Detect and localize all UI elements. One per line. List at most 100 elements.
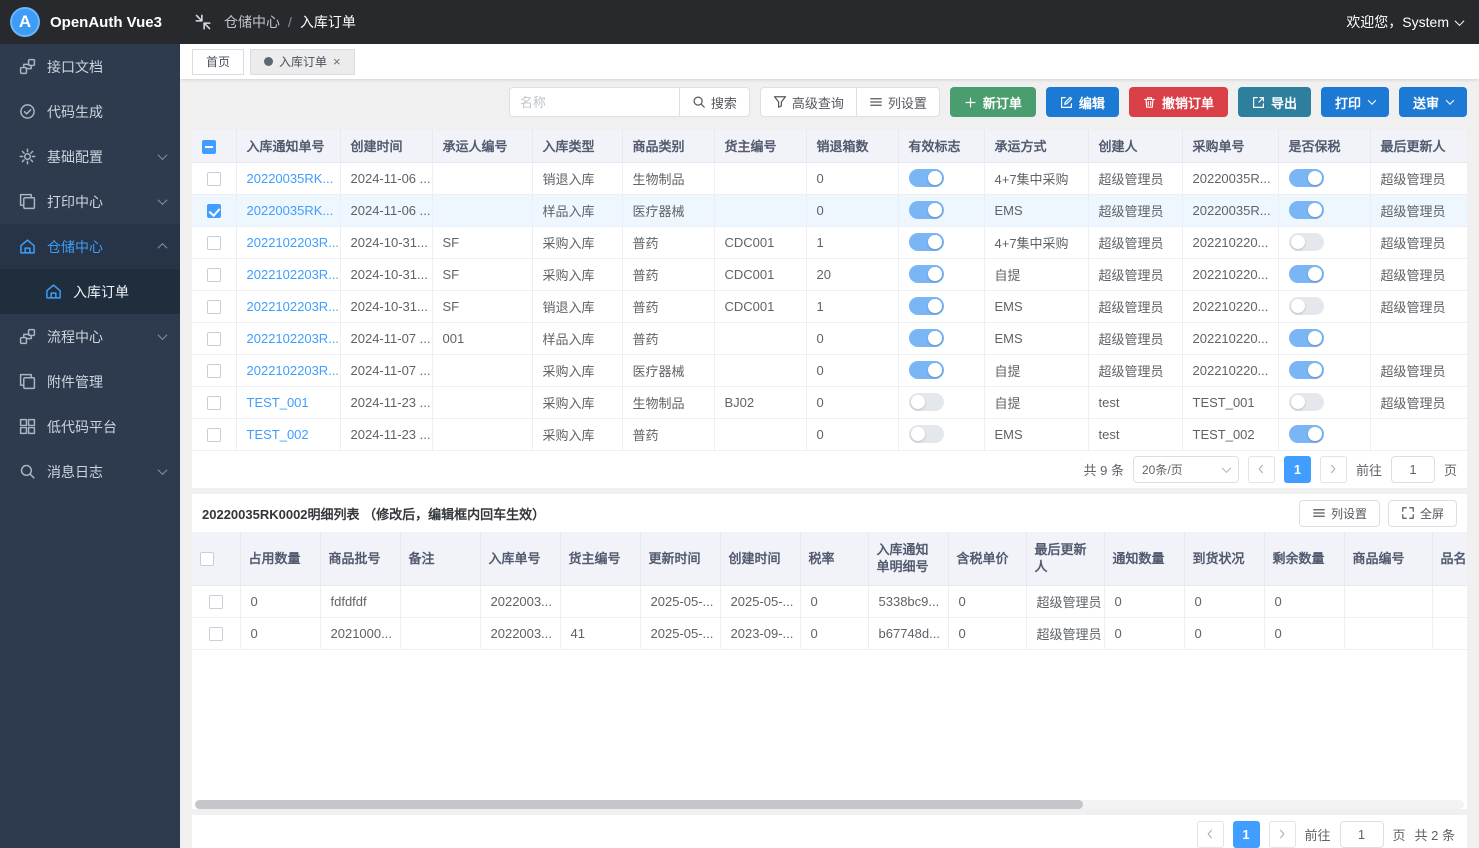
detail-table-row[interactable]: 0fdfdfdf2022003...2025-05-...2025-05-...… [192, 586, 1467, 618]
horizontal-scrollbar[interactable] [195, 800, 1464, 809]
sidebar-item-lowcode[interactable]: 低代码平台 [0, 404, 180, 449]
table-row[interactable]: 2022102203R...2024-11-07 ...001样品入库普药0EM… [192, 322, 1467, 354]
sidebar-item-code-gen[interactable]: 代码生成 [0, 89, 180, 134]
bonded-switch[interactable] [1289, 329, 1324, 347]
detail-row-checkbox[interactable] [209, 627, 223, 641]
tab-home[interactable]: 首页 [192, 49, 244, 75]
fullscreen-button[interactable]: 全屏 [1388, 500, 1457, 527]
valid-switch[interactable] [909, 393, 944, 411]
bonded-switch[interactable] [1289, 393, 1324, 411]
valid-switch[interactable] [909, 361, 944, 379]
column-header[interactable]: 创建人 [1088, 130, 1182, 162]
column-header[interactable]: 承运方式 [984, 130, 1088, 162]
row-checkbox[interactable] [207, 364, 221, 378]
table-row[interactable]: 2022102203R...2024-10-31...SF采购入库普药CDC00… [192, 226, 1467, 258]
detail-column-header[interactable]: 商品编号 [1344, 532, 1432, 586]
next-page-button[interactable] [1320, 456, 1347, 483]
user-menu[interactable]: 欢迎您，System [1346, 12, 1463, 32]
select-all-checkbox[interactable] [202, 140, 216, 154]
detail-column-header[interactable]: 入库通知单明细号 [868, 532, 948, 586]
detail-column-header[interactable]: 税率 [800, 532, 868, 586]
bonded-switch[interactable] [1289, 169, 1324, 187]
table-row[interactable]: 20220035RK...2024-11-06 ...销退入库生物制品04+7集… [192, 162, 1467, 194]
detail-table-row[interactable]: 02021000...2022003...412025-05-...2023-0… [192, 618, 1467, 650]
valid-switch[interactable] [909, 201, 944, 219]
table-row[interactable]: TEST_0022024-11-23 ...采购入库普药0EMStestTEST… [192, 418, 1467, 450]
column-header[interactable]: 入库类型 [532, 130, 622, 162]
close-icon[interactable]: × [333, 55, 341, 68]
column-header[interactable]: 入库通知单号 [236, 130, 340, 162]
detail-page-number-button[interactable]: 1 [1233, 821, 1260, 848]
order-number-link[interactable]: TEST_001 [247, 395, 309, 410]
sidebar-item-base-config[interactable]: 基础配置 [0, 134, 180, 179]
column-header[interactable]: 是否保税 [1278, 130, 1370, 162]
table-row[interactable]: 20220035RK...2024-11-06 ...样品入库医疗器械0EMS超… [192, 194, 1467, 226]
table-row[interactable]: TEST_0012024-11-23 ...采购入库生物制品BJ020自提tes… [192, 386, 1467, 418]
order-number-link[interactable]: TEST_002 [247, 427, 309, 442]
column-header[interactable]: 创建时间 [340, 130, 432, 162]
bonded-switch[interactable] [1289, 265, 1324, 283]
detail-column-header[interactable]: 货主编号 [560, 532, 640, 586]
order-number-link[interactable]: 2022102203R... [247, 267, 340, 282]
column-header[interactable]: 承运人编号 [432, 130, 532, 162]
detail-column-header[interactable]: 最后更新人 [1026, 532, 1104, 586]
detail-select-all-checkbox[interactable] [200, 552, 214, 566]
table-row[interactable]: 2022102203R...2024-10-31...SF销退入库普药CDC00… [192, 290, 1467, 322]
sidebar-item-message-log[interactable]: 消息日志 [0, 449, 180, 494]
scrollbar-thumb[interactable] [195, 800, 1083, 809]
order-number-link[interactable]: 20220035RK... [247, 171, 334, 186]
prev-page-button[interactable] [1248, 456, 1275, 483]
print-button[interactable]: 打印 [1321, 87, 1389, 117]
row-checkbox[interactable] [207, 332, 221, 346]
column-header[interactable]: 销退箱数 [806, 130, 898, 162]
row-checkbox[interactable] [207, 396, 221, 410]
bonded-switch[interactable] [1289, 233, 1324, 251]
order-number-link[interactable]: 2022102203R... [247, 235, 340, 250]
column-header[interactable]: 货主编号 [714, 130, 806, 162]
new-order-button[interactable]: 新订单 [950, 87, 1036, 117]
advanced-query-button[interactable]: 高级查询 [760, 87, 857, 117]
row-checkbox[interactable] [207, 300, 221, 314]
row-checkbox[interactable] [207, 236, 221, 250]
order-number-link[interactable]: 2022102203R... [247, 299, 340, 314]
order-number-link[interactable]: 20220035RK... [247, 203, 334, 218]
sidebar-item-warehouse-center[interactable]: 仓储中心 [0, 224, 180, 269]
cancel-order-button[interactable]: 撤销订单 [1129, 87, 1228, 117]
detail-column-header[interactable]: 到货状况 [1184, 532, 1264, 586]
order-number-link[interactable]: 2022102203R... [247, 331, 340, 346]
approve-button[interactable]: 送审 [1399, 87, 1467, 117]
valid-switch[interactable] [909, 233, 944, 251]
valid-switch[interactable] [909, 425, 944, 443]
valid-switch[interactable] [909, 329, 944, 347]
column-header[interactable]: 有效标志 [898, 130, 984, 162]
detail-column-header[interactable]: 商品批号 [320, 532, 400, 586]
sidebar-item-process-center[interactable]: 流程中心 [0, 314, 180, 359]
detail-column-header[interactable]: 入库单号 [480, 532, 560, 586]
table-row[interactable]: 2022102203R...2024-10-31...SF采购入库普药CDC00… [192, 258, 1467, 290]
row-checkbox[interactable] [207, 268, 221, 282]
sidebar-item-inbound-order[interactable]: 入库订单 [0, 269, 180, 314]
detail-column-header[interactable]: 更新时间 [640, 532, 720, 586]
valid-switch[interactable] [909, 297, 944, 315]
edit-button[interactable]: 编辑 [1046, 87, 1119, 117]
detail-next-page-button[interactable] [1269, 821, 1296, 848]
search-button[interactable]: 搜索 [679, 87, 750, 117]
column-header[interactable]: 商品类别 [622, 130, 714, 162]
order-number-link[interactable]: 2022102203R... [247, 363, 340, 378]
bonded-switch[interactable] [1289, 425, 1324, 443]
detail-prev-page-button[interactable] [1197, 821, 1224, 848]
detail-row-checkbox[interactable] [209, 595, 223, 609]
breadcrumb-item[interactable]: 仓储中心 [224, 12, 280, 32]
detail-column-settings-button[interactable]: 列设置 [1299, 500, 1380, 527]
sidebar-item-attachment[interactable]: 附件管理 [0, 359, 180, 404]
bonded-switch[interactable] [1289, 361, 1324, 379]
column-header[interactable]: 采购单号 [1182, 130, 1278, 162]
sidebar-collapse-icon[interactable] [194, 13, 212, 31]
export-button[interactable]: 导出 [1238, 87, 1311, 117]
detail-goto-page-input[interactable] [1340, 821, 1384, 848]
search-input[interactable] [509, 87, 679, 117]
detail-column-header[interactable]: 剩余数量 [1264, 532, 1344, 586]
column-header[interactable]: 最后更新人 [1370, 130, 1467, 162]
detail-column-header[interactable]: 含税单价 [948, 532, 1026, 586]
valid-switch[interactable] [909, 265, 944, 283]
